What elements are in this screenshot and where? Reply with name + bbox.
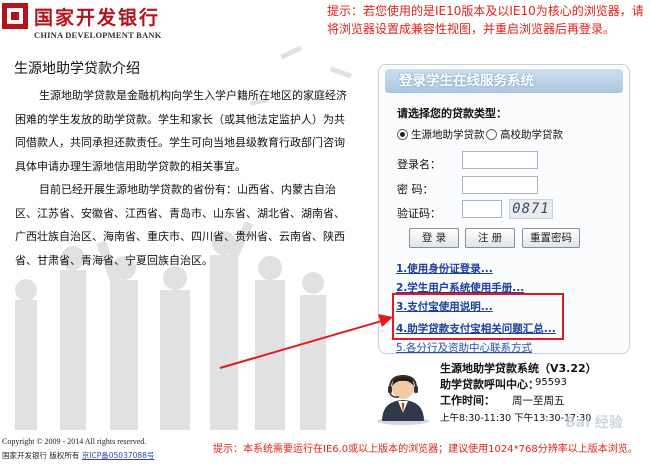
intro-paragraph: 目前已经开展生源地助学贷款的省份有：山西省、内蒙古自治区、江苏省、安徽省、江西省… [15,183,345,267]
captcha-input[interactable] [462,200,502,218]
hours-label: 工作时间： [440,394,495,407]
captcha-image[interactable]: 0871 [509,199,553,219]
hours-days: 周一至周五 [512,395,565,407]
icp-link[interactable]: 京ICP备05037088号 [82,451,155,460]
intro-title: 生源地助学贷款介绍 [14,61,140,77]
browser-requirement-tip: 提示：本系统需要运行在IE6.0或以上版本的浏览器；建议使用1024*768分辨… [213,444,638,455]
captcha-label: 验证码： [397,207,441,220]
loan-type-option-college[interactable]: 高校助学贷款 [486,127,563,141]
bank-name-en: CHINA DEVELOPMENT BANK [34,30,162,40]
loan-type-option-local[interactable]: 生源地助学贷款 [397,127,485,141]
loan-type-option-label: 高校助学贷款 [500,128,563,141]
bank-emblem-icon [2,3,28,29]
reset-password-button[interactable]: 重置密码 [522,228,580,248]
username-input[interactable] [462,151,538,169]
customer-service-icon [377,374,429,425]
system-name: 生源地助学贷款系统（V3.22） [440,362,597,375]
hotline-number: 95593 [535,377,567,388]
intro-body: 生源地助学贷款是金融机构向学生入学户籍所在地区的家庭经济困难的学生发放的助学贷款… [15,84,355,272]
footer-org: 国家开发银行 版权所有 京ICP备05037088号 [2,450,154,461]
baidu-watermark: Bai 经验 [565,415,623,431]
login-button[interactable]: 登 录 [409,228,459,248]
register-button[interactable]: 注 册 [465,228,515,248]
browser-compat-tip: 提示：若您使用的是IE10版本及以IE10为核心的浏览器，请将浏览器设置成兼容性… [327,4,644,36]
radio-checked-icon[interactable] [397,128,408,140]
bank-logo: 国家开发银行 CHINA DEVELOPMENT BANK [0,0,200,44]
username-label: 登录名： [397,158,441,171]
radio-unchecked-icon[interactable] [486,128,497,140]
footer-org-name: 国家开发银行 版权所有 [2,451,80,460]
password-input[interactable] [462,176,538,194]
link-id-card-login[interactable]: 1.使用身份证登录... [396,261,493,276]
loan-type-option-label: 生源地助学贷款 [411,128,485,141]
intro-paragraph: 生源地助学贷款是金融机构向学生入学户籍所在地区的家庭经济困难的学生发放的助学贷款… [15,89,347,173]
login-panel-title: 登录学生在线服务系统 [385,69,623,93]
password-label: 密 码： [397,183,434,196]
annotation-highlight-box [392,293,564,340]
copyright-text: Copyright © 2009 - 2014 All rights reser… [2,437,147,446]
loan-type-label: 请选择您的贷款类型： [397,107,507,120]
link-branch-contacts[interactable]: 5.各分行及资助中心联系方式 [396,340,532,355]
bank-name-cn: 国家开发银行 [34,7,161,29]
hotline-label: 助学贷款呼叫中心： [440,378,539,391]
